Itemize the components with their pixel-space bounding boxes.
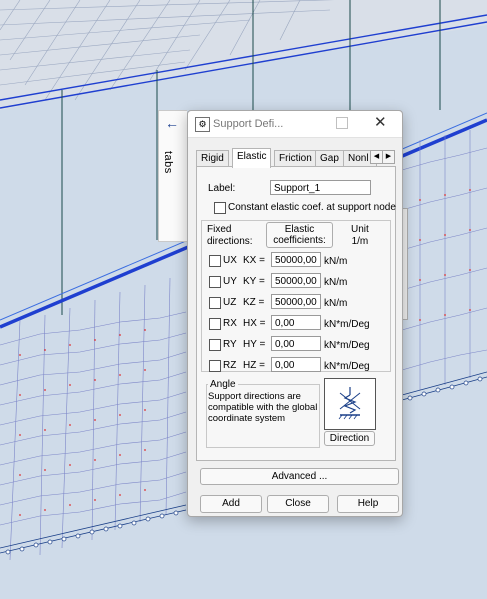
- hy-input[interactable]: 0,00: [271, 336, 321, 351]
- ry-label: RY: [223, 339, 237, 350]
- tab-elastic[interactable]: Elastic: [232, 148, 272, 168]
- tab-strip: Rigid Elastic Friction Gap Nonl ◀ ▶: [196, 148, 395, 168]
- rz-checkbox[interactable]: [209, 360, 221, 372]
- hz-label: HZ =: [243, 360, 265, 371]
- ux-checkbox[interactable]: [209, 255, 221, 267]
- support-direction-icon: [324, 378, 376, 430]
- hx-input[interactable]: 0,00: [271, 315, 321, 330]
- rx-checkbox[interactable]: [209, 318, 221, 330]
- elastic-coefficients-button[interactable]: Elastic coefficients:: [266, 222, 333, 248]
- angle-group-label: Angle: [208, 379, 238, 390]
- dialog-title: Support Defi...: [213, 118, 284, 130]
- label-caption: Label:: [208, 183, 236, 194]
- constant-coef-label: Constant elastic coef. at support node: [228, 202, 396, 213]
- unit-header: Unit 1/m: [351, 224, 369, 247]
- kz-input[interactable]: 50000,00: [271, 294, 321, 309]
- maximize-icon[interactable]: [336, 117, 348, 129]
- arrow-left-icon[interactable]: ←: [165, 115, 179, 131]
- kz-label: KZ =: [243, 297, 265, 308]
- advanced-button[interactable]: Advanced ...: [200, 468, 399, 485]
- label-input[interactable]: Support_1: [270, 180, 371, 195]
- tabs-side-panel[interactable]: ← tabs: [158, 110, 187, 242]
- uy-label: UY: [223, 276, 237, 287]
- close-button[interactable]: Close: [267, 495, 329, 513]
- kx-label: KX =: [243, 255, 265, 266]
- rz-label: RZ: [223, 360, 237, 371]
- constant-coef-checkbox[interactable]: [214, 202, 226, 214]
- tab-friction[interactable]: Friction: [274, 150, 317, 167]
- kx-input[interactable]: 50000,00: [271, 252, 321, 267]
- fixed-directions-header: Fixed directions:: [207, 224, 253, 247]
- uy-checkbox[interactable]: [209, 276, 221, 288]
- ky-label: KY =: [243, 276, 265, 287]
- uz-checkbox[interactable]: [209, 297, 221, 309]
- hy-label: HY =: [243, 339, 266, 350]
- support-definition-dialog: ⚙ Support Defi... ✕ Rigid Elastic Fricti…: [187, 110, 403, 517]
- hz-input[interactable]: 0,00: [271, 357, 321, 372]
- kx-unit: kN/m: [324, 256, 348, 267]
- tab-gap[interactable]: Gap: [315, 150, 344, 167]
- ky-input[interactable]: 50000,00: [271, 273, 321, 288]
- ry-checkbox[interactable]: [209, 339, 221, 351]
- dialog-titlebar[interactable]: ⚙ Support Defi... ✕: [188, 111, 402, 138]
- kz-unit: kN/m: [324, 298, 348, 309]
- rx-label: RX: [223, 318, 237, 329]
- app-icon: ⚙: [195, 117, 210, 132]
- angle-description: Support directions are compatible with t…: [208, 391, 318, 424]
- hz-unit: kN*m/Deg: [324, 361, 370, 372]
- tab-next-icon[interactable]: ▶: [382, 150, 395, 164]
- hy-unit: kN*m/Deg: [324, 340, 370, 351]
- elastic-panel: Label: Support_1 Constant elastic coef. …: [196, 166, 396, 461]
- direction-button[interactable]: Direction: [324, 431, 375, 446]
- hx-unit: kN*m/Deg: [324, 319, 370, 330]
- close-icon[interactable]: ✕: [374, 113, 387, 131]
- uz-label: UZ: [223, 297, 237, 308]
- help-button[interactable]: Help: [337, 495, 399, 513]
- add-button[interactable]: Add: [200, 495, 262, 513]
- tab-rigid[interactable]: Rigid: [196, 150, 229, 167]
- hx-label: HX =: [243, 318, 266, 329]
- ky-unit: kN/m: [324, 277, 348, 288]
- tabs-side-label: tabs: [162, 151, 174, 174]
- ux-label: UX: [223, 255, 237, 266]
